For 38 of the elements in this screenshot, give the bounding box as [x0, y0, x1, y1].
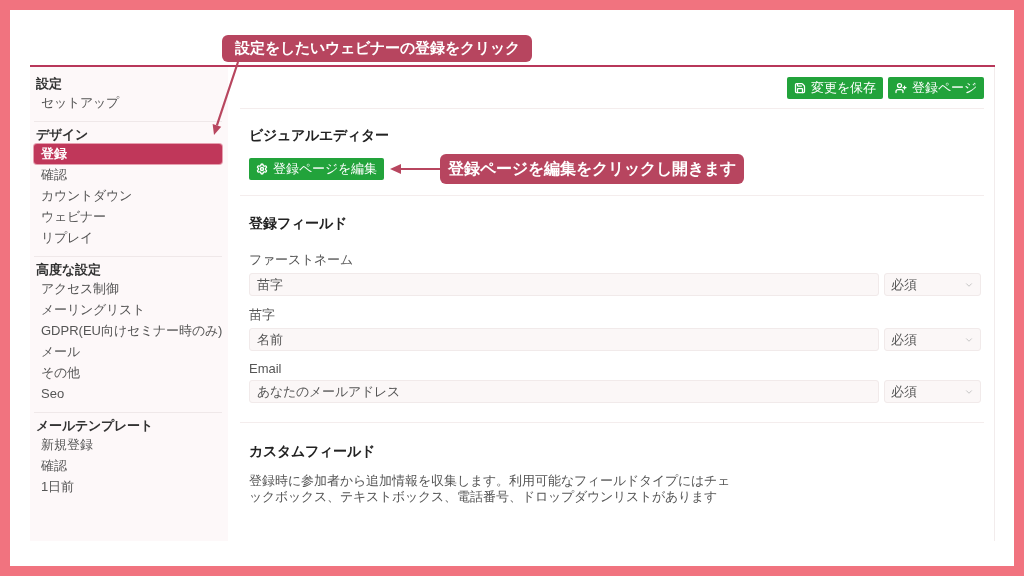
field-label: ファーストネーム: [249, 251, 353, 269]
sidebar-item[interactable]: Seo: [34, 384, 222, 404]
input-field[interactable]: 苗字: [249, 273, 879, 296]
sidebar-item[interactable]: 確認: [34, 165, 222, 185]
sidebar-item[interactable]: GDPR(EU向けセミナー時のみ): [34, 321, 222, 341]
field-label: 苗字: [249, 306, 275, 324]
settings-icon: [256, 163, 268, 175]
input-field[interactable]: 名前: [249, 328, 879, 351]
sidebar-heading: メールテンプレート: [35, 417, 153, 434]
sidebar-item[interactable]: アクセス制御: [34, 279, 222, 299]
sidebar-item[interactable]: ウェビナー: [34, 207, 222, 227]
sidebar-item[interactable]: 確認: [34, 456, 222, 476]
sidebar-item[interactable]: メーリングリスト: [34, 300, 222, 320]
sidebar-item[interactable]: セットアップ: [34, 93, 222, 113]
sidebar-item[interactable]: 1日前: [34, 477, 222, 497]
arrow: [390, 164, 440, 174]
save-icon: [794, 81, 806, 94]
description-text: 登録時に参加者から追加情報を収集します。利用可能なフィールドタイプにはチェックボックス、テキストボックス、電話番号、ドロップダウンリストがあります: [249, 473, 731, 505]
callout-label: 設定をしたいウェビナーの登録をクリック: [222, 35, 532, 62]
sidebar-item[interactable]: 登録: [34, 144, 222, 164]
sidebar-item[interactable]: リプレイ: [34, 228, 222, 248]
select-field[interactable]: 必須: [884, 328, 981, 351]
sidebar-item[interactable]: その他: [34, 363, 222, 383]
sidebar-item[interactable]: 新規登録: [34, 435, 222, 455]
section-title: 登録フィールド: [249, 215, 347, 233]
sidebar-heading: デザイン: [35, 126, 88, 143]
user-plus-icon: [895, 81, 907, 94]
section-title: カスタムフィールド: [249, 443, 375, 461]
section-title: ビジュアルエディター: [249, 127, 389, 145]
sidebar-item[interactable]: メール: [34, 342, 222, 362]
sidebar-item[interactable]: カウントダウン: [34, 186, 222, 206]
field-label: Email: [249, 361, 282, 376]
sidebar-heading: 高度な設定: [35, 261, 101, 278]
select-field[interactable]: 必須: [884, 380, 981, 403]
callout-label: 登録ページを編集をクリックし開きます: [440, 154, 744, 184]
input-field[interactable]: あなたのメールアドレス: [249, 380, 879, 403]
select-field[interactable]: 必須: [884, 273, 981, 296]
sidebar-heading: 設定: [35, 75, 62, 92]
